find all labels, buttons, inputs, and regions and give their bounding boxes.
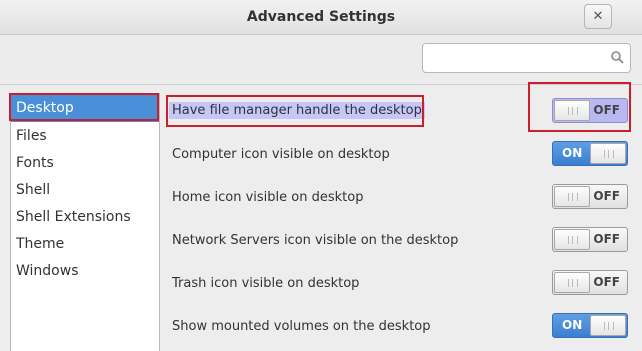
search-input[interactable] (422, 43, 631, 73)
setting-label-trash-icon: Trash icon visible on desktop (172, 276, 360, 291)
toggle-knob (554, 100, 590, 121)
sidebar-item-theme[interactable]: Theme (11, 231, 159, 258)
toggle-knob (554, 229, 590, 250)
search-icon (611, 51, 624, 64)
toggle-mounted-volumes[interactable]: ON (552, 313, 628, 338)
toggle-knob (554, 272, 590, 293)
toggle-home-icon[interactable]: OFF (552, 184, 628, 209)
toggle-knob (590, 143, 626, 164)
toggle-state: OFF (593, 189, 620, 203)
toggle-file-manager-desktop[interactable]: OFF (552, 98, 628, 123)
toggle-state: OFF (593, 275, 620, 289)
close-icon: ✕ (592, 9, 604, 24)
title-bar: Advanced Settings ✕ (0, 0, 642, 35)
toggle-network-servers-icon[interactable]: OFF (552, 227, 628, 252)
toggle-state: OFF (593, 103, 620, 117)
sidebar-item-fonts[interactable]: Fonts (11, 150, 159, 177)
toolbar (0, 35, 642, 85)
sidebar-item-files[interactable]: Files (11, 123, 159, 150)
toggle-trash-icon[interactable]: OFF (552, 270, 628, 295)
toggle-state: OFF (593, 232, 620, 246)
sidebar-item-shell[interactable]: Shell (11, 177, 159, 204)
sidebar-item-shell-extensions[interactable]: Shell Extensions (11, 204, 159, 231)
setting-label-mounted-volumes: Show mounted volumes on the desktop (172, 319, 431, 334)
toggle-state: ON (562, 146, 583, 160)
toggle-knob (554, 186, 590, 207)
toggle-computer-icon[interactable]: ON (552, 141, 628, 166)
setting-label-network-servers-icon: Network Servers icon visible on the desk… (172, 233, 459, 248)
window-title: Advanced Settings (246, 9, 396, 25)
sidebar-item-desktop[interactable]: Desktop (11, 95, 159, 122)
setting-label-home-icon: Home icon visible on desktop (172, 190, 364, 205)
toggle-state: ON (562, 318, 583, 332)
toggle-knob (590, 315, 626, 336)
setting-label-file-manager-desktop: Have file manager handle the desktop (169, 102, 425, 119)
setting-label-computer-icon: Computer icon visible on desktop (172, 147, 390, 162)
sidebar: Desktop Files Fonts Shell Shell Extensio… (10, 93, 160, 351)
close-button[interactable]: ✕ (584, 4, 612, 29)
sidebar-item-windows[interactable]: Windows (11, 258, 159, 285)
